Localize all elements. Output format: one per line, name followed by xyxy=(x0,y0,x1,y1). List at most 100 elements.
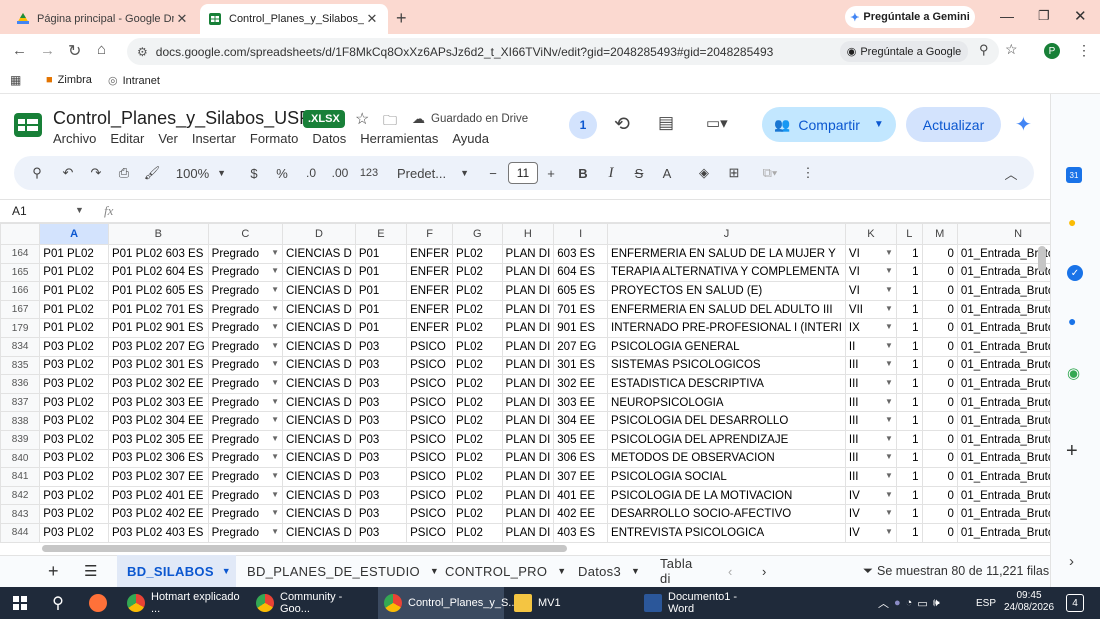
table-cell[interactable]: PLAN DI xyxy=(501,485,555,506)
table-cell[interactable]: P03 PL02 xyxy=(39,336,109,357)
zoom-icon[interactable]: ⚲ xyxy=(979,42,989,58)
sheet-tab-control-pro[interactable]: CONTROL_PRO ▼ xyxy=(435,555,576,587)
chevron-down-icon[interactable]: ▼ xyxy=(885,378,893,387)
table-cell[interactable]: ▼ Pregrado xyxy=(207,355,284,376)
table-cell[interactable]: ▼ IV xyxy=(844,504,897,524)
table-cell[interactable]: 0 xyxy=(921,485,958,506)
row-number[interactable]: 165 xyxy=(0,262,41,283)
new-tab-icon[interactable]: + xyxy=(396,8,407,29)
table-cell[interactable]: ▼ III xyxy=(844,392,897,413)
table-cell[interactable]: PL02 xyxy=(452,485,503,506)
row-number[interactable]: 844 xyxy=(0,522,41,543)
chevron-down-icon[interactable]: ▼ xyxy=(885,248,893,257)
table-cell[interactable]: 1 xyxy=(895,244,923,264)
chevron-down-icon[interactable]: ▼ xyxy=(271,527,279,536)
table-cell[interactable]: P03 PL02 302 EE xyxy=(107,374,209,394)
table-cell[interactable]: P01 PL02 xyxy=(39,244,109,264)
chevron-down-icon[interactable]: ▼ xyxy=(885,527,893,536)
history-icon[interactable]: ⟲ xyxy=(614,113,630,136)
browser-tab-drive[interactable]: Página principal - Google Drive ✕ xyxy=(8,4,198,34)
table-cell[interactable]: 0 xyxy=(921,429,958,450)
table-cell[interactable]: P03 xyxy=(354,467,408,487)
table-cell[interactable]: P03 PL02 xyxy=(39,429,109,450)
table-cell[interactable]: 1 xyxy=(895,392,923,413)
table-cell[interactable]: CIENCIAS D xyxy=(282,281,356,301)
strikethrough-icon[interactable]: S xyxy=(628,156,650,190)
table-cell[interactable]: PSICOLOGIA GENERAL xyxy=(607,336,846,357)
table-cell[interactable]: PSICO xyxy=(406,355,454,376)
table-cell[interactable]: P03 xyxy=(354,355,408,376)
table-cell[interactable]: CIENCIAS D xyxy=(282,485,356,506)
maps-icon[interactable]: ◉ xyxy=(1067,364,1080,382)
table-cell[interactable]: ▼ II xyxy=(844,336,897,357)
row-number[interactable]: 164 xyxy=(0,244,41,264)
table-cell[interactable]: CIENCIAS D xyxy=(282,262,356,283)
table-cell[interactable]: ENFER xyxy=(406,281,454,301)
table-cell[interactable]: PLAN DI xyxy=(501,244,555,264)
table-cell[interactable]: 0 xyxy=(921,281,958,301)
font-size-decrease[interactable]: − xyxy=(482,156,504,190)
table-cell[interactable]: TERAPIA ALTERNATIVA Y COMPLEMENTA xyxy=(607,262,846,283)
table-cell[interactable]: 304 EE xyxy=(553,411,609,431)
table-cell[interactable]: 207 EG xyxy=(553,336,609,357)
taskbar-search-icon[interactable]: ⚲ xyxy=(44,587,72,619)
star-icon[interactable]: ☆ xyxy=(355,109,369,129)
share-dropdown-icon[interactable]: ▼ xyxy=(874,119,884,130)
taskbar-app-hotmart[interactable]: Hotmart explicado ... xyxy=(121,587,247,619)
table-cell[interactable]: 0 xyxy=(921,392,958,413)
table-cell[interactable]: 306 ES xyxy=(553,448,609,469)
table-cell[interactable]: PLAN DI xyxy=(501,281,555,301)
table-cell[interactable]: ▼ Pregrado xyxy=(207,374,284,394)
table-cell[interactable]: PLAN DI xyxy=(501,374,555,394)
table-cell[interactable]: ▼ VII xyxy=(844,299,897,320)
menu-archivo[interactable]: Archivo xyxy=(53,131,96,146)
table-cell[interactable]: PSICO xyxy=(406,392,454,413)
chevron-down-icon[interactable]: ▼ xyxy=(271,341,279,350)
table-cell[interactable]: ▼ Pregrado xyxy=(207,392,284,413)
table-cell[interactable]: 1 xyxy=(895,485,923,506)
table-cell[interactable]: PLAN DI xyxy=(501,522,555,543)
table-cell[interactable]: P03 xyxy=(354,485,408,506)
chevron-down-icon[interactable]: ▼ xyxy=(885,304,893,313)
table-cell[interactable]: P03 PL02 304 EE xyxy=(107,411,209,431)
column-header[interactable]: A xyxy=(39,223,109,245)
taskbar-app-sheets[interactable]: Control_Planes_y_S... xyxy=(378,587,517,619)
chevron-down-icon[interactable]: ▼ xyxy=(271,508,279,517)
row-number[interactable]: 837 xyxy=(0,392,41,413)
table-cell[interactable]: ▼ Pregrado xyxy=(207,318,284,338)
table-cell[interactable]: PSICOLOGIA DE LA MOTIVACION xyxy=(607,485,846,506)
column-header[interactable]: J xyxy=(607,223,846,245)
zoom-select[interactable]: 100% ▼ xyxy=(170,156,232,190)
restore-icon[interactable]: ❐ xyxy=(1038,8,1050,24)
close-window-icon[interactable]: ✕ xyxy=(1074,7,1087,25)
table-cell[interactable]: 1 xyxy=(895,281,923,301)
collaborator-count[interactable]: 1 xyxy=(569,111,597,139)
table-cell[interactable]: 302 EE xyxy=(553,374,609,394)
table-cell[interactable]: 0 xyxy=(921,448,958,469)
decrease-decimal-button[interactable]: .0 xyxy=(298,156,324,190)
column-header[interactable]: M xyxy=(921,223,958,245)
sheet-tab-bd-silabos[interactable]: BD_SILABOS ▼ xyxy=(117,555,236,587)
table-cell[interactable]: 301 ES xyxy=(553,355,609,376)
table-cell[interactable]: ENFER xyxy=(406,299,454,320)
table-cell[interactable]: ▼ III xyxy=(844,374,897,394)
table-cell[interactable]: P03 PL02 xyxy=(39,522,109,543)
windows-start-icon[interactable] xyxy=(6,587,34,619)
table-cell[interactable]: 401 EE xyxy=(553,485,609,506)
column-header[interactable]: F xyxy=(406,223,454,245)
table-cell[interactable]: PL02 xyxy=(452,504,503,524)
update-button[interactable]: Actualizar xyxy=(906,107,1001,142)
scroll-tabs-left-icon[interactable]: ‹ xyxy=(718,555,743,587)
chevron-down-icon[interactable]: ▼ xyxy=(271,397,279,406)
table-cell[interactable]: P03 xyxy=(354,336,408,357)
table-cell[interactable]: P01 xyxy=(354,262,408,283)
borders-icon[interactable]: ⊞ xyxy=(722,156,746,190)
table-cell[interactable]: ▼ VI xyxy=(844,281,897,301)
table-cell[interactable]: PSICOLOGIA SOCIAL xyxy=(607,467,846,487)
cell-reference[interactable]: A1 xyxy=(12,204,27,218)
font-size-increase[interactable]: + xyxy=(540,156,562,190)
table-cell[interactable]: 1 xyxy=(895,429,923,450)
table-cell[interactable]: P03 PL02 xyxy=(39,504,109,524)
chevron-down-icon[interactable]: ▼ xyxy=(271,452,279,461)
document-title[interactable]: Control_Planes_y_Silabos_USP_v2 xyxy=(53,108,340,129)
